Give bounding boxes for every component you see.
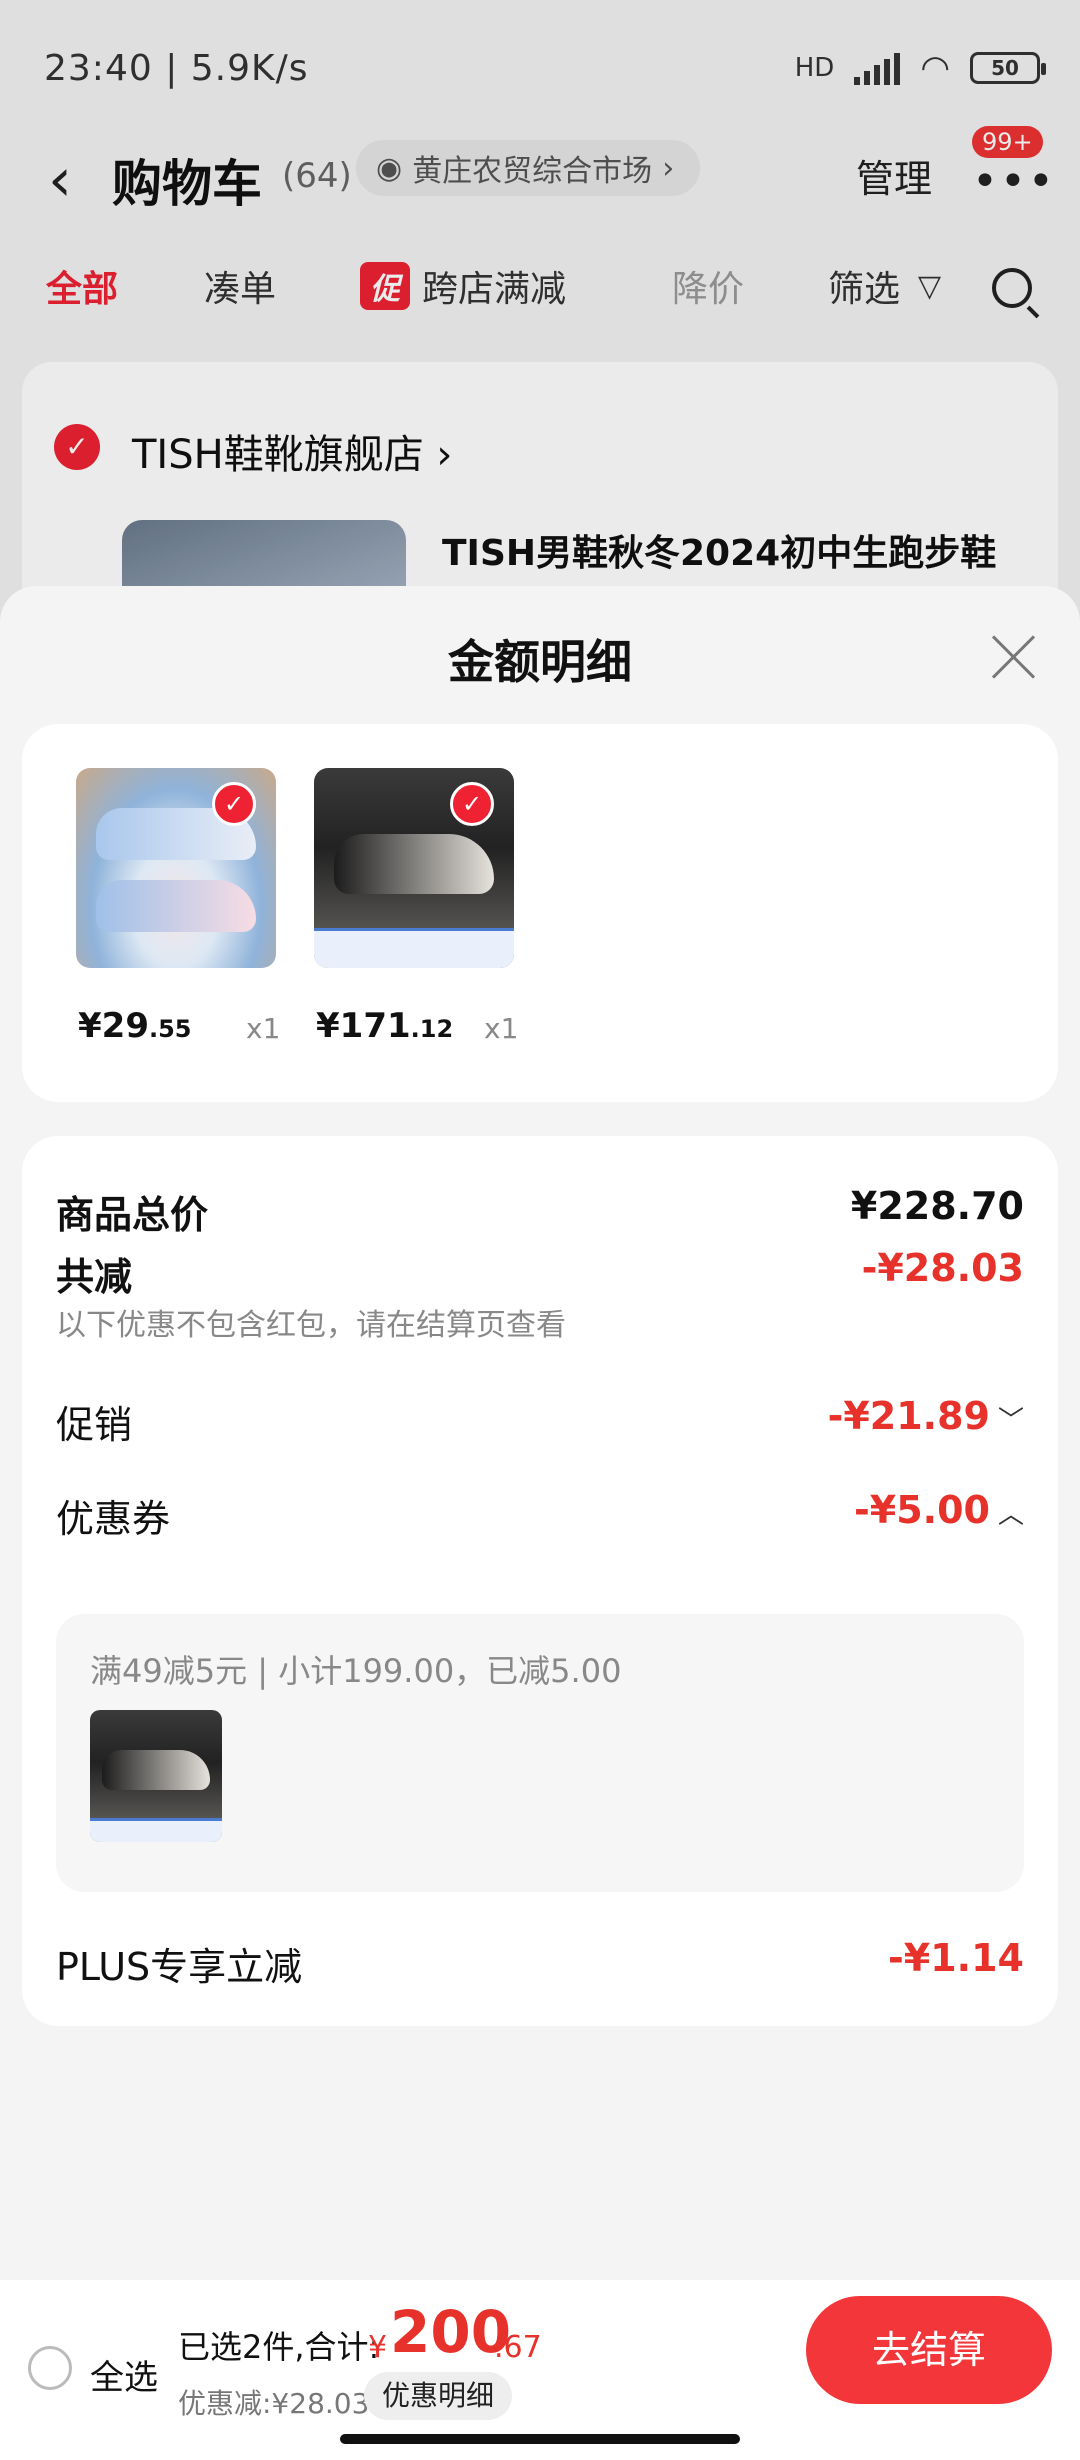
selected-summary: 已选2件,合计: — [178, 2328, 380, 2366]
close-icon[interactable] — [990, 632, 1036, 678]
watermark-url: zhizhizhi.com — [930, 2440, 1039, 2459]
total-discount-value: -¥28.03 — [861, 1246, 1024, 1290]
chevron-up-icon: ︿ — [997, 1500, 1024, 1530]
total-price-label: 商品总价 — [56, 1193, 209, 1237]
total-amount-decimal: .67 — [494, 2330, 542, 2365]
item-quantity: x1 — [246, 1012, 281, 1045]
checked-icon: ✓ — [450, 782, 494, 826]
total-currency: ¥ — [368, 2330, 388, 2365]
total-amount-integer: 200 — [390, 2298, 512, 2366]
total-price-value: ¥228.70 — [850, 1184, 1024, 1228]
discount-detail-button[interactable]: 优惠明细 — [364, 2372, 513, 2420]
chevron-down-icon: ﹀ — [997, 1406, 1024, 1436]
item-price: ¥171.12 — [316, 1006, 454, 1046]
item-price: ¥29.55 — [78, 1006, 192, 1046]
coupon-row-toggle[interactable]: -¥5.00 ︿ — [854, 1488, 1024, 1532]
sheet-title: 金额明细 — [448, 635, 632, 689]
plus-discount-value: -¥1.14 — [888, 1936, 1024, 1980]
price-summary-card: 商品总价 ¥228.70 共减 -¥28.03 以下优惠不包含红包，请在结算页查… — [22, 1136, 1058, 2026]
item-quantity: x1 — [484, 1012, 519, 1045]
home-indicator[interactable] — [340, 2434, 740, 2444]
checkout-button[interactable]: 去结算 — [806, 2296, 1052, 2404]
promo-label: 促销 — [56, 1403, 133, 1447]
selected-item[interactable]: ✓ ¥29.55 x1 — [76, 768, 316, 1068]
saved-amount: 优惠减:¥28.03 — [178, 2387, 370, 2420]
select-all-radio[interactable] — [28, 2346, 72, 2390]
coupon-product-image — [90, 1710, 222, 1842]
coupon-label: 优惠券 — [56, 1497, 171, 1541]
amount-detail-sheet: 金额明细 ✓ ¥29.55 x1 ✓ ¥171.12 x1 商品总价 ¥228.… — [0, 586, 1080, 2460]
checked-icon: ✓ — [212, 782, 256, 826]
discount-note: 以下优惠不包含红包，请在结算页查看 — [56, 1308, 566, 1343]
checkout-bar: 全选 已选2件,合计: ¥ 200 .67 优惠减:¥28.03 优惠明细 去结… — [0, 2280, 1080, 2460]
selected-items-card: ✓ ¥29.55 x1 ✓ ¥171.12 x1 — [22, 724, 1058, 1102]
select-all-label[interactable]: 全选 — [90, 2350, 158, 2399]
total-discount-label: 共减 — [56, 1255, 133, 1299]
plus-discount-label: PLUS专享立减 — [56, 1945, 303, 1989]
coupon-detail-box: 满49减5元 | 小计199.00，已减5.00 — [56, 1614, 1024, 1892]
selected-item[interactable]: ✓ ¥171.12 x1 — [314, 768, 554, 1068]
promo-value: -¥21.89 — [827, 1394, 990, 1438]
coupon-description: 满49减5元 | 小计199.00，已减5.00 — [90, 1652, 622, 1690]
coupon-value: -¥5.00 — [854, 1488, 990, 1532]
promo-row-toggle[interactable]: -¥21.89 ﹀ — [828, 1394, 1024, 1438]
